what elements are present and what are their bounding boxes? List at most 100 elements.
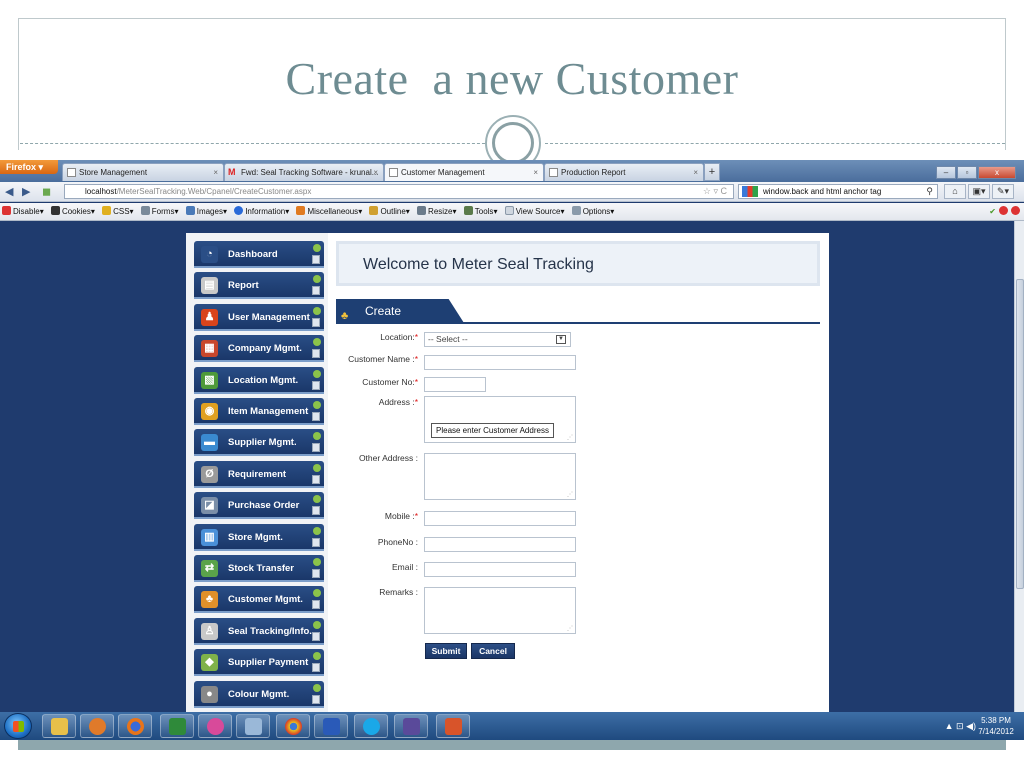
tab-close-icon[interactable]: × — [693, 164, 698, 181]
outline-menu[interactable]: Outline▾ — [369, 203, 410, 220]
taskbar-visual-studio[interactable] — [394, 714, 428, 738]
forward-arrow-icon[interactable]: ▶ — [22, 185, 30, 198]
slide-bottom-strip — [18, 740, 1006, 750]
new-tab-button[interactable]: + — [704, 163, 720, 181]
main-panel: Welcome to Meter Seal Tracking ♣ Create … — [336, 233, 829, 712]
tray-arrow-icon[interactable]: ▲ — [945, 721, 954, 731]
taskbar-media-player[interactable] — [80, 714, 114, 738]
sidebar-item-report[interactable]: ▤ Report — [194, 272, 324, 300]
close-window-button[interactable]: x — [978, 166, 1016, 179]
taskbar-word[interactable] — [314, 714, 348, 738]
taskbar-excel[interactable] — [160, 714, 194, 738]
visual-studio-icon — [403, 718, 420, 735]
sidebar-item-seal-tracking-info[interactable]: ♙ Seal Tracking/Info. — [194, 617, 324, 645]
scrollbar-thumb[interactable] — [1016, 279, 1024, 589]
tab-close-icon[interactable]: × — [533, 164, 538, 181]
warning-icon[interactable] — [1011, 206, 1020, 215]
miscellaneous-menu[interactable]: Miscellaneous▾ — [296, 203, 362, 220]
taskbar-powerpoint[interactable] — [436, 714, 470, 738]
sidebar-item-requirement[interactable]: Ø Requirement — [194, 460, 324, 488]
sidebar-item-supplier-payment[interactable]: ◆ Supplier Payment — [194, 649, 324, 677]
firefox-menu-button[interactable]: Firefox ▾ — [0, 160, 58, 174]
taskbar-skype[interactable] — [354, 714, 388, 738]
email-input[interactable] — [424, 562, 576, 577]
windows-logo-icon — [13, 721, 24, 732]
tab-fwd-seal-tracking[interactable]: M Fwd: Seal Tracking Software - krunal..… — [224, 163, 384, 181]
cookies-menu[interactable]: Cookies▾ — [50, 203, 95, 220]
navigation-bar: ◀ ▶ ◼ localhost/MeterSealTracking.Web/Cp… — [0, 182, 1024, 202]
minimize-button[interactable]: – — [936, 166, 956, 179]
resize-grip-icon[interactable]: ⋰ — [567, 434, 573, 441]
nav-extra-buttons: ⌂ ▣▾ ✎▾ — [944, 184, 1016, 199]
tab-close-icon[interactable]: × — [373, 164, 378, 181]
tab-store-management[interactable]: Store Management × — [62, 163, 224, 181]
mobile-input[interactable] — [424, 511, 576, 526]
mobile-label: Mobile :* — [384, 511, 418, 521]
start-button[interactable] — [4, 713, 32, 739]
taskbar-explorer[interactable] — [42, 714, 76, 738]
phone-label: PhoneNo : — [377, 537, 418, 547]
options-menu[interactable]: Options▾ — [571, 203, 614, 220]
site-identity-icon[interactable]: ◼ — [42, 185, 51, 198]
css-menu[interactable]: CSS▾ — [102, 203, 134, 220]
tab-close-icon[interactable]: × — [213, 164, 218, 181]
resize-grip-icon[interactable]: ⋰ — [567, 625, 573, 632]
sidebar-item-label: Stock Transfer — [228, 563, 294, 574]
home-icon[interactable]: ⌂ — [944, 184, 966, 199]
section-divider — [336, 322, 820, 324]
submit-button[interactable]: Submit — [425, 643, 467, 659]
phone-input[interactable] — [424, 537, 576, 552]
maximize-button[interactable]: ▫ — [957, 166, 977, 179]
page-icon — [389, 168, 398, 177]
images-menu[interactable]: Images▾ — [185, 203, 227, 220]
information-menu[interactable]: Information▾ — [234, 203, 289, 220]
back-arrow-icon[interactable]: ◀ — [5, 185, 13, 198]
customer-no-input[interactable] — [424, 377, 486, 392]
customer-name-input[interactable] — [424, 355, 576, 370]
sidebar-item-colour-mgmt[interactable]: ● Colour Mgmt. — [194, 680, 324, 708]
sidebar-item-label: Report — [228, 280, 259, 292]
resize-menu[interactable]: Resize▾ — [417, 203, 457, 220]
other-address-textarea[interactable]: ⋰ — [424, 453, 576, 500]
network-icon[interactable]: ⊡ — [956, 721, 964, 731]
tools-menu[interactable]: Tools▾ — [463, 203, 497, 220]
remarks-textarea[interactable]: ⋰ — [424, 587, 576, 634]
sidebar-item-dashboard[interactable]: ◔ Dashboard — [194, 241, 324, 268]
bookmark-star-icon[interactable]: ☆ ▿ C — [703, 185, 727, 198]
store-icon: ▥ — [201, 528, 218, 546]
taskbar-chrome[interactable] — [276, 714, 310, 738]
browser-window: Firefox ▾ Store Management × M Fwd: Seal… — [0, 160, 1024, 712]
url-bar[interactable]: localhost/MeterSealTracking.Web/Cpanel/C… — [64, 184, 734, 199]
search-icon[interactable]: ⚲ — [926, 185, 933, 198]
user-doc-icon — [312, 652, 322, 673]
user-icon: ♟ — [201, 308, 218, 326]
taskbar-messenger[interactable] — [198, 714, 232, 738]
chevron-down-icon: ▼ — [556, 335, 566, 344]
welcome-banner: Welcome to Meter Seal Tracking — [336, 241, 820, 286]
search-bar[interactable]: window.back and html anchor tag ⚲ — [738, 184, 938, 199]
customer-name-label: Customer Name :* — [348, 354, 418, 364]
tab-production-report[interactable]: Production Report × — [544, 163, 704, 181]
tab-customer-management[interactable]: Customer Management × — [384, 163, 544, 181]
view-source-menu[interactable]: View Source▾ — [504, 203, 564, 220]
windows-taskbar: ▲ ⊡ ◀) 5:38 PM 7/14/2012 — [0, 712, 1024, 740]
media-player-icon — [89, 718, 106, 735]
payment-icon: ◆ — [201, 654, 218, 672]
cancel-button[interactable]: Cancel — [471, 643, 515, 659]
taskbar-firefox[interactable] — [118, 714, 152, 738]
addon-icon[interactable]: ✎▾ — [992, 184, 1014, 199]
taskbar-notepad[interactable] — [236, 714, 270, 738]
vertical-scrollbar[interactable] — [1014, 221, 1024, 712]
toolbar-menu-icon[interactable]: ▣▾ — [968, 184, 990, 199]
divider-left — [20, 143, 490, 144]
supplier-icon: ▬ — [201, 434, 218, 452]
address-tooltip: Please enter Customer Address — [431, 423, 554, 438]
sidebar-item-user-management[interactable]: ♟ User Management — [194, 303, 324, 331]
disable-menu[interactable]: Disable▾ — [2, 203, 44, 220]
devbar-status: ✔ — [989, 203, 1020, 220]
error-icon[interactable] — [999, 206, 1008, 215]
resize-grip-icon[interactable]: ⋰ — [567, 491, 573, 498]
forms-menu[interactable]: Forms▾ — [140, 203, 178, 220]
location-select[interactable]: -- Select -- ▼ — [424, 332, 571, 347]
taskbar-clock[interactable]: 5:38 PM 7/14/2012 — [974, 715, 1018, 737]
